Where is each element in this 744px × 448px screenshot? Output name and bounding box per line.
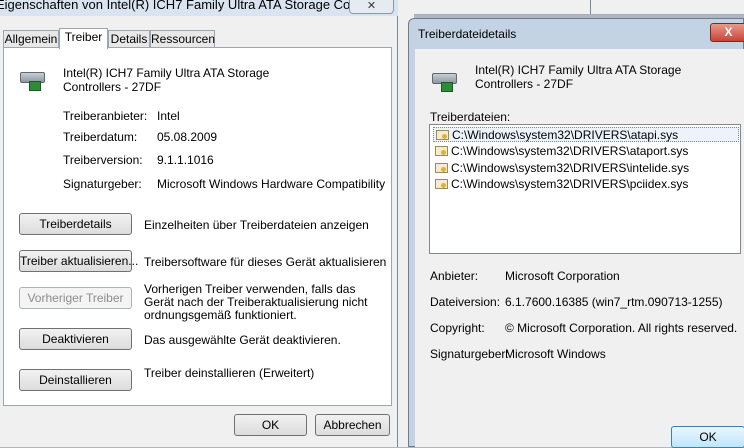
storage-controller-icon [19, 68, 45, 91]
copyright-label: Copyright: [430, 321, 485, 335]
provider-value: Intel [157, 109, 180, 123]
publisher-value: Microsoft Corporation [505, 269, 620, 283]
dialog-title: Treiberdateidetails [418, 27, 517, 41]
update-driver-button[interactable]: Treiber aktualisieren... [19, 250, 138, 272]
dialog-client-area: Intel(R) ICH7 Family Ultra ATA Storage C… [415, 49, 744, 448]
file-path: C:\Windows\system32\DRIVERS\intelide.sys [451, 161, 690, 175]
tab-allgemein[interactable]: Allgemein [3, 30, 59, 47]
device-properties-window: Eigenschaften von Intel(R) ICH7 Family U… [0, 0, 398, 447]
driver-files-label: Treiberdateien: [430, 110, 511, 124]
rollback-driver-button[interactable]: Vorheriger Treiber [19, 287, 132, 309]
device-name: Intel(R) ICH7 Family Ultra ATA Storage C… [63, 66, 270, 94]
date-value: 05.08.2009 [157, 130, 218, 144]
certificate-file-icon [436, 130, 449, 140]
cancel-button[interactable]: Abbrechen [315, 414, 390, 436]
disable-device-desc: Das ausgewählte Gerät deaktivieren. [144, 333, 341, 347]
file-path: C:\Windows\system32\DRIVERS\atapi.sys [452, 128, 679, 142]
publisher-label: Anbieter: [430, 269, 479, 283]
storage-controller-icon [431, 69, 457, 92]
disable-device-button[interactable]: Deaktivieren [19, 328, 132, 350]
certificate-file-icon [435, 146, 448, 156]
tab-treiber[interactable]: Treiber [59, 28, 108, 49]
update-driver-desc: Treibersoftware für dieses Gerät aktuali… [144, 255, 387, 269]
close-button[interactable]: ✕ [349, 0, 394, 14]
close-button[interactable]: X [710, 23, 744, 42]
file-version-label: Dateiversion: [430, 295, 501, 309]
ok-button[interactable]: OK [234, 414, 307, 436]
version-label: Treiberversion: [63, 153, 143, 167]
driver-files-list[interactable]: C:\Windows\system32\DRIVERS\atapi.sys C:… [429, 124, 741, 254]
tab-details[interactable]: Details [108, 30, 150, 47]
driver-tab-panel: Intel(R) ICH7 Family Ultra ATA Storage C… [3, 47, 392, 406]
list-item[interactable]: C:\Windows\system32\DRIVERS\atapi.sys [433, 127, 739, 142]
signer-label: Signaturgeber: [63, 177, 142, 191]
file-path: C:\Windows\system32\DRIVERS\pciidex.sys [451, 177, 689, 191]
file-path: C:\Windows\system32\DRIVERS\ataport.sys [451, 144, 689, 158]
list-item[interactable]: C:\Windows\system32\DRIVERS\pciidex.sys [433, 177, 739, 192]
tab-ressourcen[interactable]: Ressourcen [150, 30, 215, 47]
version-value: 9.1.1.1016 [157, 153, 214, 167]
date-label: Treiberdatum: [63, 130, 138, 144]
title-bar[interactable]: Eigenschaften von Intel(R) ICH7 Family U… [0, 0, 398, 16]
driver-file-details-dialog: Treiberdateidetails X Intel(R) ICH7 Fami… [408, 18, 744, 448]
certificate-file-icon [435, 179, 448, 189]
signer-value: Microsoft Windows Hardware Compatibility [157, 177, 386, 191]
list-item[interactable]: C:\Windows\system32\DRIVERS\ataport.sys [433, 144, 739, 159]
signer-value: Microsoft Windows [505, 347, 606, 361]
file-version-value: 6.1.7600.16385 (win7_rtm.090713-1255) [505, 295, 723, 309]
uninstall-driver-button[interactable]: Deinstallieren [19, 369, 132, 391]
window-title: Eigenschaften von Intel(R) ICH7 Family U… [0, 0, 376, 12]
copyright-value: © Microsoft Corporation. All rights rese… [505, 321, 738, 335]
driver-details-button[interactable]: Treiberdetails [19, 213, 132, 235]
background-window-top [414, 0, 744, 15]
signer-label: Signaturgeber: [430, 347, 509, 361]
certificate-file-icon [435, 163, 448, 173]
list-item[interactable]: C:\Windows\system32\DRIVERS\intelide.sys [433, 161, 739, 176]
uninstall-driver-desc: Treiber deinstallieren (Erweitert) [144, 366, 315, 380]
rollback-driver-desc: Vorherigen Treiber verwenden, falls das … [144, 282, 368, 322]
driver-details-desc: Einzelheiten über Treiberdateien anzeige… [144, 218, 369, 232]
provider-label: Treiberanbieter: [63, 109, 148, 123]
device-name: Intel(R) ICH7 Family Ultra ATA Storage C… [475, 63, 682, 91]
ok-button[interactable]: OK [671, 426, 744, 448]
